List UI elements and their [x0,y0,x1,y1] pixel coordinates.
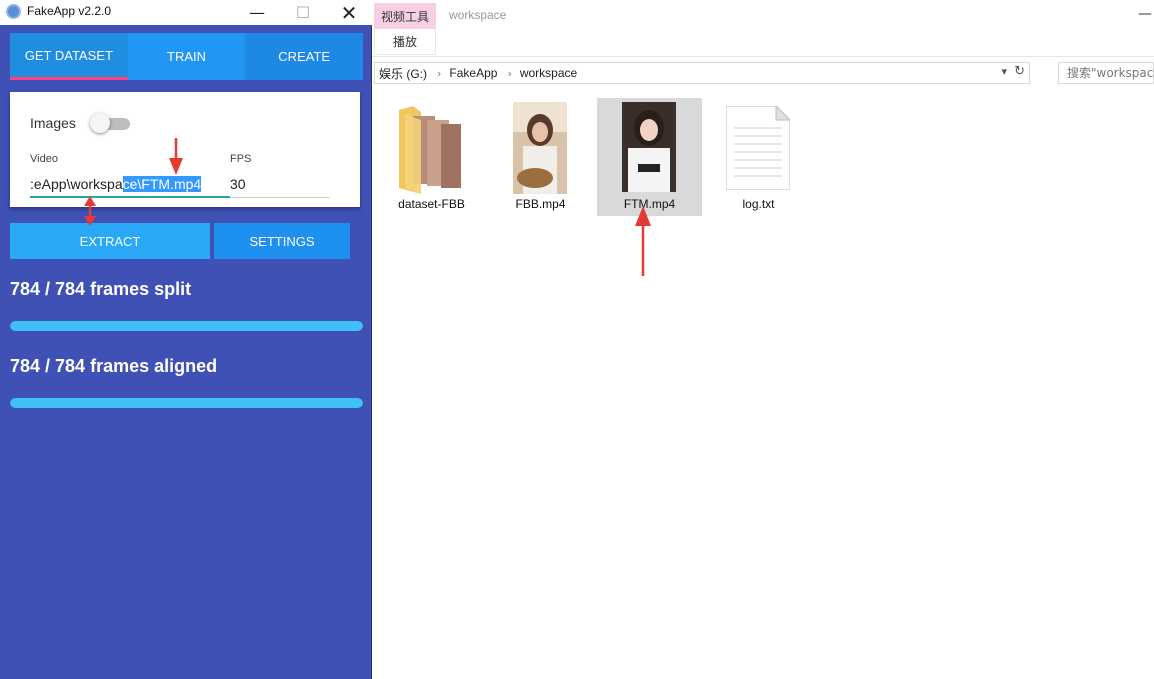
tab-get-dataset[interactable]: GET DATASET [10,33,128,80]
ribbon-divider [372,56,1154,57]
folder-icon [399,106,461,194]
breadcrumb-drive[interactable]: 娱乐 (G:) [379,65,427,82]
annotation-arrow-up-icon [635,206,651,276]
search-input[interactable]: 搜索"workspace" [1058,62,1154,84]
main-tabs: GET DATASET TRAIN CREATE [10,33,364,80]
file-item-fbb-mp4[interactable]: FBB.mp4 [488,98,593,216]
file-name: log.txt [742,197,775,211]
screen: FakeApp v2.2.0 — ☐ ✕ GET DATASET TRAIN C… [0,0,1154,679]
file-item-dataset-fbb[interactable]: dataset-FBB [379,98,484,216]
explorer-window: 视频工具 播放 workspace — 娱乐 (G:) › FakeApp › … [372,0,1154,679]
explorer-title: workspace [449,8,507,22]
app-logo-icon [6,4,21,19]
breadcrumb-fakeapp[interactable]: FakeApp [449,66,497,80]
refresh-icon[interactable]: ↻ [1014,64,1025,79]
aligned-progress-bar [10,398,363,408]
explorer-minimize-button[interactable]: — [1138,6,1152,22]
extract-button[interactable]: EXTRACT [10,223,210,259]
address-bar[interactable]: 娱乐 (G:) › FakeApp › workspace ▾ ↻ [374,62,1030,84]
close-button[interactable]: ✕ [326,0,372,25]
annotation-arrow-down-icon [169,138,183,175]
dataset-settings-card: Images Video FPS :eApp\workspace\FTM.mp4… [10,92,360,207]
video-path-selection: ce\FTM.mp4 [122,176,202,192]
ribbon-tab-video-tools[interactable]: 视频工具 [374,3,436,29]
breadcrumb-workspace[interactable]: workspace [520,66,577,80]
file-item-ftm-mp4[interactable]: FTM.mp4 [597,98,702,216]
file-name: FBB.mp4 [515,197,566,211]
split-progress-bar [10,321,363,331]
chevron-right-icon: › [437,66,442,80]
split-progress-fill [10,321,363,331]
maximize-button[interactable]: ☐ [280,0,326,25]
fps-label: FPS [230,153,252,165]
video-path-input[interactable]: :eApp\workspace\FTM.mp4 [30,176,230,198]
video-label: Video [30,153,58,165]
fps-input[interactable]: 30 [230,176,330,198]
video-path-text: :eApp\workspa [30,176,123,192]
minimize-button[interactable]: — [234,0,280,25]
fakeapp-window: FakeApp v2.2.0 — ☐ ✕ GET DATASET TRAIN C… [0,0,372,679]
fakeapp-titlebar: FakeApp v2.2.0 — ☐ ✕ [0,0,372,25]
tab-train[interactable]: TRAIN [127,33,246,80]
settings-button[interactable]: SETTINGS [214,223,350,259]
frames-split-status: 784 / 784 frames split [10,279,192,299]
toggle-thumb [90,113,110,133]
video-thumbnail-icon [622,102,676,192]
images-label: Images [30,115,76,131]
app-title: FakeApp v2.2.0 [27,4,112,18]
chevron-right-icon: › [507,66,512,80]
file-item-log-txt[interactable]: log.txt [706,98,811,216]
tab-create[interactable]: CREATE [245,33,364,80]
file-name: dataset-FBB [398,197,465,211]
images-toggle[interactable] [90,113,130,133]
ribbon-tab-play[interactable]: 播放 [374,29,436,55]
frames-aligned-status: 784 / 784 frames aligned [10,356,218,376]
video-thumbnail-icon [513,102,567,194]
annotation-arrow-double-icon [84,196,96,226]
aligned-progress-fill [10,398,363,408]
text-file-icon [726,106,790,190]
chevron-down-icon[interactable]: ▾ [1001,65,1007,78]
